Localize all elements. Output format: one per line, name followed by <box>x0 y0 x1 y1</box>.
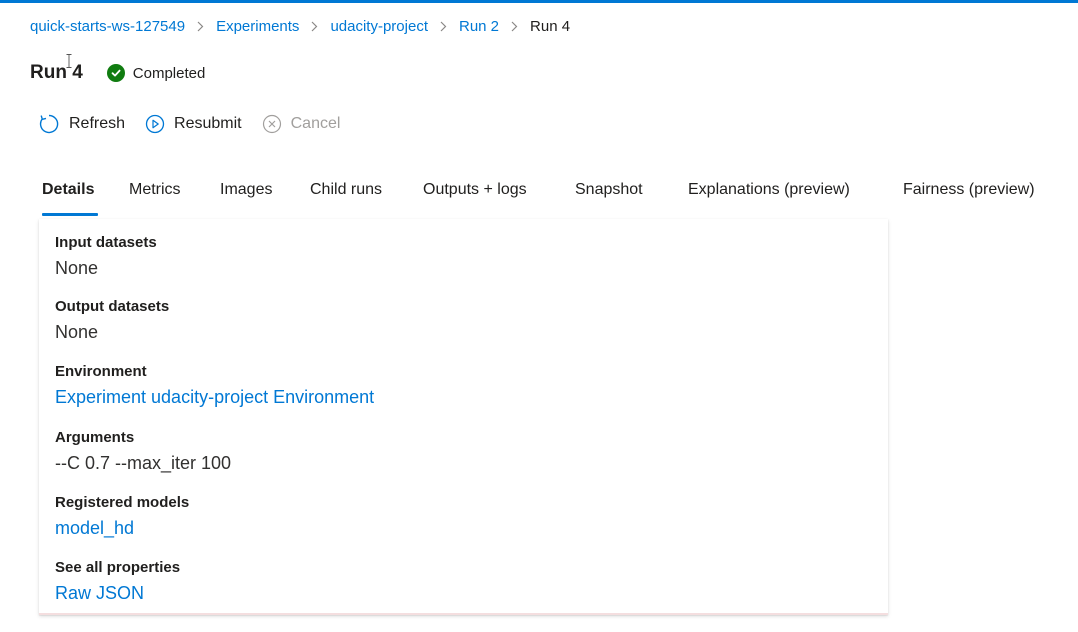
tab-explanations[interactable]: Explanations (preview) <box>688 177 850 217</box>
cancel-button[interactable]: Cancel <box>262 114 341 134</box>
page-title: Run 4 <box>30 62 83 83</box>
command-bar: Refresh Resubmit Cancel <box>38 111 360 137</box>
output-datasets-field: Output datasets None <box>55 297 169 345</box>
breadcrumb-current: Run 4 <box>530 17 571 35</box>
cancel-label: Cancel <box>290 115 341 132</box>
input-datasets-label: Input datasets <box>55 234 157 251</box>
top-accent-bar <box>0 0 1078 3</box>
tab-details[interactable]: Details <box>42 177 94 217</box>
registered-models-label: Registered models <box>55 494 190 511</box>
tab-images[interactable]: Images <box>220 177 272 217</box>
breadcrumb-workspace-link[interactable]: quick-starts-ws-127549 <box>30 18 185 35</box>
refresh-button[interactable]: Refresh <box>38 113 125 135</box>
tab-outputs-logs[interactable]: Outputs + logs <box>423 177 527 217</box>
status-label: Completed <box>132 64 206 82</box>
breadcrumb-experiment-link[interactable]: udacity-project <box>330 18 428 35</box>
tab-child-runs[interactable]: Child runs <box>310 177 382 217</box>
arguments-value: --C 0.7 --max_iter 100 <box>55 453 232 473</box>
chevron-right-icon <box>311 21 318 32</box>
resubmit-label: Resubmit <box>174 115 242 132</box>
tab-metrics[interactable]: Metrics <box>129 177 181 217</box>
page-header: Run 4 Completed <box>30 60 205 86</box>
resubmit-button[interactable]: Resubmit <box>145 114 242 134</box>
input-datasets-field: Input datasets None <box>55 233 157 281</box>
environment-link[interactable]: Experiment udacity-project Environment <box>55 384 374 410</box>
check-circle-icon <box>106 64 125 82</box>
status-badge: Completed <box>106 64 206 82</box>
tab-fairness[interactable]: Fairness (preview) <box>903 177 1035 217</box>
arguments-label: Arguments <box>55 429 135 446</box>
details-card: Input datasets None Output datasets None… <box>39 219 888 615</box>
raw-json-link[interactable]: Raw JSON <box>55 580 144 606</box>
output-datasets-value: None <box>55 322 99 342</box>
environment-label: Environment <box>55 363 147 380</box>
breadcrumb-experiments-link[interactable]: Experiments <box>216 18 299 35</box>
properties-field: See all properties Raw JSON <box>55 558 180 606</box>
environment-field: Environment Experiment udacity-project E… <box>55 362 374 410</box>
chevron-right-icon <box>197 21 204 32</box>
cancel-circle-icon <box>262 114 282 134</box>
output-datasets-label: Output datasets <box>55 298 170 315</box>
see-all-properties-label: See all properties <box>55 559 181 576</box>
active-tab-indicator <box>42 213 98 216</box>
breadcrumb-parent-run-link[interactable]: Run 2 <box>459 18 499 35</box>
registered-model-link[interactable]: model_hd <box>55 515 134 541</box>
play-circle-icon <box>145 114 165 134</box>
refresh-label: Refresh <box>69 115 126 132</box>
breadcrumb: quick-starts-ws-127549 Experiments udaci… <box>30 15 570 37</box>
registered-models-field: Registered models model_hd <box>55 493 189 541</box>
arguments-field: Arguments --C 0.7 --max_iter 100 <box>55 428 231 476</box>
refresh-icon <box>38 113 60 135</box>
chevron-right-icon <box>511 21 518 32</box>
chevron-right-icon <box>440 21 447 32</box>
input-datasets-value: None <box>55 258 99 278</box>
tab-snapshot[interactable]: Snapshot <box>575 177 643 217</box>
text-cursor-icon <box>66 54 72 68</box>
